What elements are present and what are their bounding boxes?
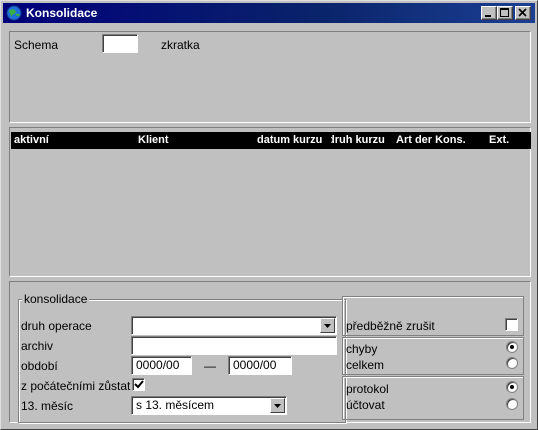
operation-type-dropdown-button[interactable] [320, 318, 335, 333]
month13-dropdown-button[interactable] [270, 398, 285, 413]
month13-value: s 13. měsícem [136, 398, 215, 412]
protocol-radio[interactable] [506, 381, 518, 393]
checkmark-icon [134, 380, 144, 389]
close-button[interactable] [515, 6, 531, 20]
schema-panel: Schema zkratka [9, 31, 531, 123]
archive-label: archiv [21, 339, 54, 353]
table-header: aktivní Klient datum kurzu druh kurzu Ar… [11, 132, 531, 149]
close-icon [518, 8, 527, 17]
maximize-icon [500, 8, 509, 17]
errors-label: chyby [346, 342, 378, 356]
post-label: účtovat [346, 398, 385, 412]
column-header-active[interactable]: aktivní [14, 134, 134, 146]
period-label: období [21, 359, 58, 373]
keep-initial-checkbox[interactable] [132, 378, 145, 391]
operation-type-label: druh operace [21, 319, 92, 333]
consolidation-panel: konsolidace druh operace archiv období 0… [9, 281, 531, 423]
total-label: celkem [346, 358, 385, 372]
minimize-button[interactable] [481, 6, 497, 20]
month13-select[interactable]: s 13. měsícem [131, 396, 287, 415]
column-header-kons-type[interactable]: Art der Kons. [396, 134, 484, 146]
schema-label: Schema [14, 38, 59, 52]
clients-table[interactable]: aktivní Klient datum kurzu druh kurzu Ar… [9, 127, 531, 277]
column-header-rate-date[interactable]: datum kurzu [257, 134, 333, 146]
total-radio[interactable] [506, 357, 518, 369]
maximize-button[interactable] [497, 6, 513, 20]
minimize-icon [485, 15, 491, 17]
konsolidace-window: Konsolidace Schema zkratka aktivní Klien… [0, 0, 538, 430]
operation-type-select[interactable] [131, 316, 337, 335]
keep-initial-label: z počátečními zůstat [21, 379, 131, 393]
period-from-input[interactable]: 0000/00 [131, 356, 192, 375]
cancel-preliminary-checkbox[interactable] [505, 318, 518, 331]
column-header-rate-type[interactable]: druh kurzu [331, 134, 386, 146]
period-separator: — [204, 359, 216, 373]
schema-input[interactable] [102, 34, 138, 53]
title-bar[interactable]: Konsolidace [3, 3, 535, 23]
chevron-down-icon [274, 404, 281, 408]
protocol-label: protokol [346, 382, 389, 396]
abbr-label: zkratka [161, 38, 200, 52]
app-globe-icon [6, 5, 22, 21]
consolidation-group-title: konsolidace [22, 292, 90, 306]
cancel-preliminary-label: předběžně zrušit [346, 319, 435, 333]
archive-input[interactable] [131, 336, 337, 355]
post-radio[interactable] [506, 398, 518, 410]
errors-radio[interactable] [506, 341, 518, 353]
period-to-input[interactable]: 0000/00 [228, 356, 292, 375]
window-title: Konsolidace [26, 6, 98, 20]
column-header-ext[interactable]: Ext. [489, 134, 529, 146]
chevron-down-icon [324, 324, 331, 328]
month13-label: 13. měsíc [21, 399, 74, 413]
column-header-client[interactable]: Klient [138, 134, 256, 146]
